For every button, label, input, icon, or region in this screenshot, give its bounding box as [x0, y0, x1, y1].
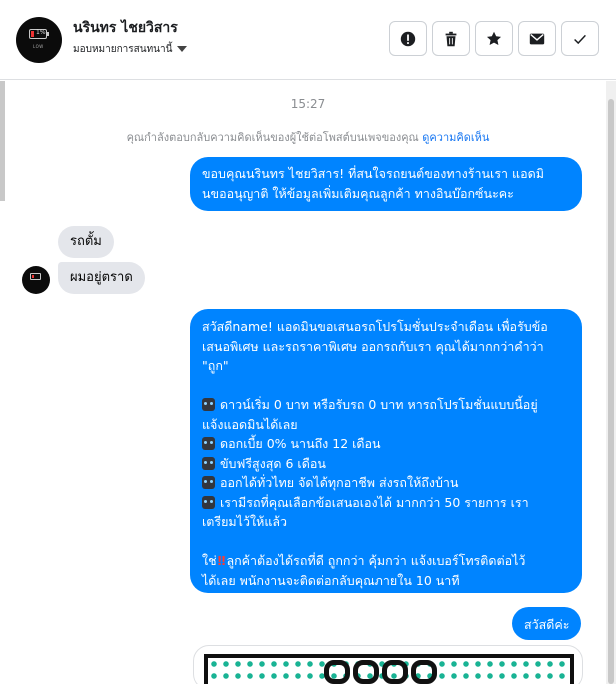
closing-prefix: ใช่	[202, 553, 217, 568]
delete-button[interactable]	[432, 21, 470, 56]
robot-emoji-icon	[202, 398, 215, 411]
bullet-continuation: เตรียมไว้ให้แล้ว	[202, 514, 288, 529]
message-line: เสนอพิเศษ และรถราคาพิเศษ ออกรถกับเรา คุณ…	[202, 338, 544, 354]
view-comment-link[interactable]: ดูความคิดเห็น	[422, 131, 489, 144]
exclamation-emoji-icon: ‼	[217, 553, 226, 568]
bullet-text: ขับฟรีสูงสุด 6 เดือน	[220, 455, 326, 471]
assign-label: มอบหมายการสนทนานี้	[73, 44, 173, 55]
message-line: นขออนุญาติ ให้ข้อมูลเพิ่มเติมคุณลูกค้า ท…	[202, 185, 514, 201]
bullet-item: เรามีรถที่คุณเลือกข้อเสนอเองได้ มากกว่า …	[202, 493, 570, 513]
chevron-down-icon	[177, 46, 188, 52]
contact-name[interactable]: นรินทร ไชยวิสาร	[73, 17, 178, 39]
bullet-text: เรามีรถที่คุณเลือกข้อเสนอเองได้ มากกว่า …	[220, 494, 529, 510]
incoming-message[interactable]: รถตั้ม	[58, 226, 114, 258]
notice-text: คุณกำลังตอบกลับความคิดเห็นของผู้ใช้ต่อโพ…	[126, 131, 419, 144]
message-line: ขอบคุณนรินทร ไชยวิสาร! ที่สนใจรถยนต์ของท…	[202, 166, 544, 181]
robot-emoji-icon	[202, 437, 215, 450]
sender-avatar	[22, 266, 50, 294]
mark-spam-button[interactable]	[389, 21, 427, 56]
closing-line: ใช่‼ลูกค้าต้องได้รถที่ดี ถูกกว่า คุ้มกว่…	[202, 551, 570, 571]
contact-avatar[interactable]: 1% LOW	[16, 17, 62, 63]
mark-unread-button[interactable]	[518, 21, 556, 56]
envelope-icon	[529, 33, 545, 44]
bullet-item: ขับฟรีสูงสุด 6 เดือน	[202, 454, 570, 474]
message-timestamp: 15:27	[290, 97, 326, 111]
bullet-item: ดอกเบี้ย 0% นานถึง 12 เดือน	[202, 434, 570, 454]
image-preview	[204, 654, 574, 684]
bullet-item: ออกได้ทั่วไทย จัดได้ทุกอาชีพ ส่งรถให้ถึง…	[202, 473, 570, 493]
message-line: สวัสดีname! แอดมินขอเสนอรถโปรโมชั่นประจำ…	[202, 319, 548, 334]
robot-emoji-icon	[202, 495, 215, 509]
robot-emoji-icon	[202, 456, 215, 470]
bullet-continuation: แจ้งแอดมินได้เลย	[202, 416, 298, 432]
outgoing-message[interactable]: ขอบคุณนรินทร ไชยวิสาร! ที่สนใจรถยนต์ของท…	[190, 157, 582, 211]
message-line: "ถูก"	[202, 358, 229, 373]
scrollbar-thumb[interactable]	[608, 99, 614, 684]
mark-done-button[interactable]	[561, 21, 599, 56]
outgoing-message[interactable]: สวัสดีค่ะ	[512, 607, 582, 640]
closing-line: ได้เลย พนักงานจะติดต่อกลับคุณภายใน 10 นา…	[202, 572, 460, 588]
star-button[interactable]	[475, 21, 513, 56]
incoming-message[interactable]: ผมอยู่ตราด	[58, 262, 145, 294]
trash-icon	[445, 31, 457, 46]
bullet-item: ดาวน์เริ่ม 0 บาท หรือรับรถ 0 บาท หารถโปร…	[202, 395, 570, 415]
closing-text: ลูกค้าต้องได้รถที่ดี ถูกกว่า คุ้มกว่า แจ…	[226, 553, 526, 568]
star-icon	[486, 31, 502, 45]
check-icon	[574, 34, 586, 44]
thread-scrollbar[interactable]	[606, 81, 616, 684]
bullet-text: ออกได้ทั่วไทย จัดได้ทุกอาชีพ ส่งรถให้ถึง…	[220, 475, 459, 490]
image-attachment[interactable]	[193, 645, 583, 684]
bullet-text: ดาวน์เริ่ม 0 บาท หรือรับรถ 0 บาท หารถโปร…	[220, 397, 538, 412]
conversation-header: 1% LOW นรินทร ไชยวิสาร มอบหมายการสนทนานี…	[0, 0, 616, 80]
robot-emoji-icon	[202, 476, 215, 489]
comment-reply-notice: คุณกำลังตอบกลับความคิดเห็นของผู้ใช้ต่อโพ…	[0, 128, 616, 146]
assign-conversation-dropdown[interactable]: มอบหมายการสนทนานี้	[73, 42, 188, 57]
outgoing-message[interactable]: สวัสดีname! แอดมินขอเสนอรถโปรโมชั่นประจำ…	[190, 309, 582, 593]
spam-icon	[400, 31, 416, 46]
bullet-text: ดอกเบี้ย 0% นานถึง 12 เดือน	[220, 436, 381, 451]
